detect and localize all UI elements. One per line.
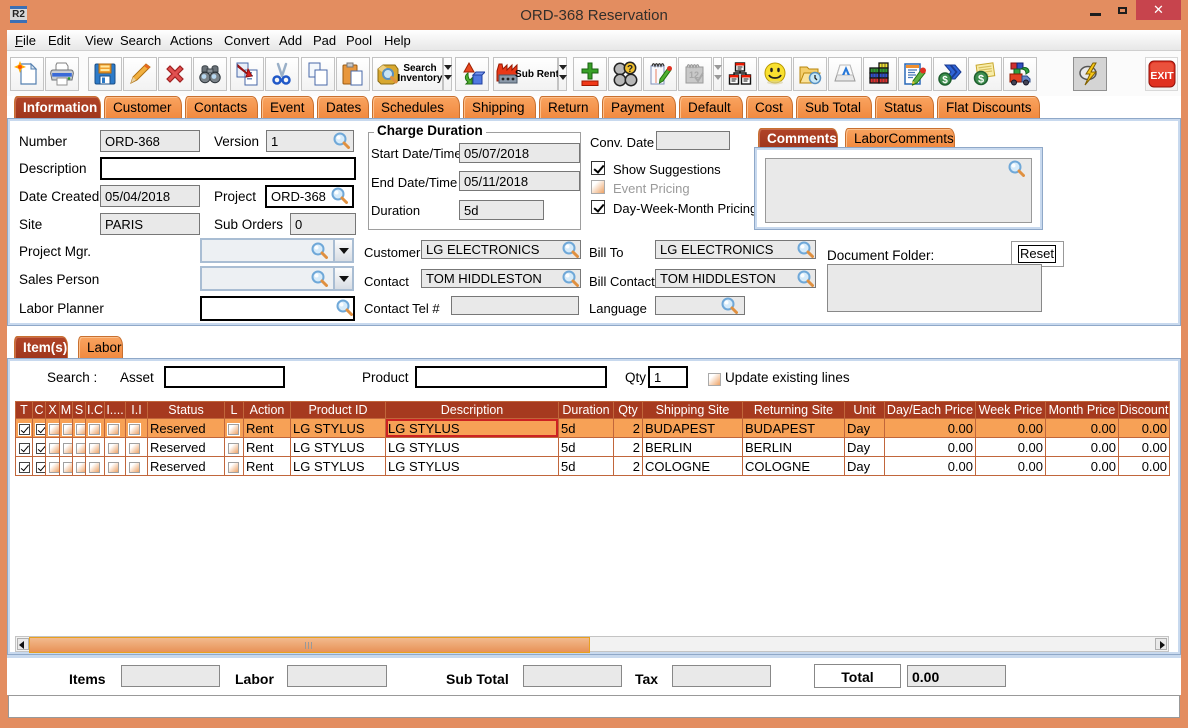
svg-text:$: $	[942, 75, 948, 86]
svg-text:?: ?	[627, 64, 633, 75]
svg-text:$: $	[978, 74, 984, 86]
svg-text:EXIT: EXIT	[1150, 70, 1174, 82]
svg-text:12: 12	[689, 70, 699, 80]
